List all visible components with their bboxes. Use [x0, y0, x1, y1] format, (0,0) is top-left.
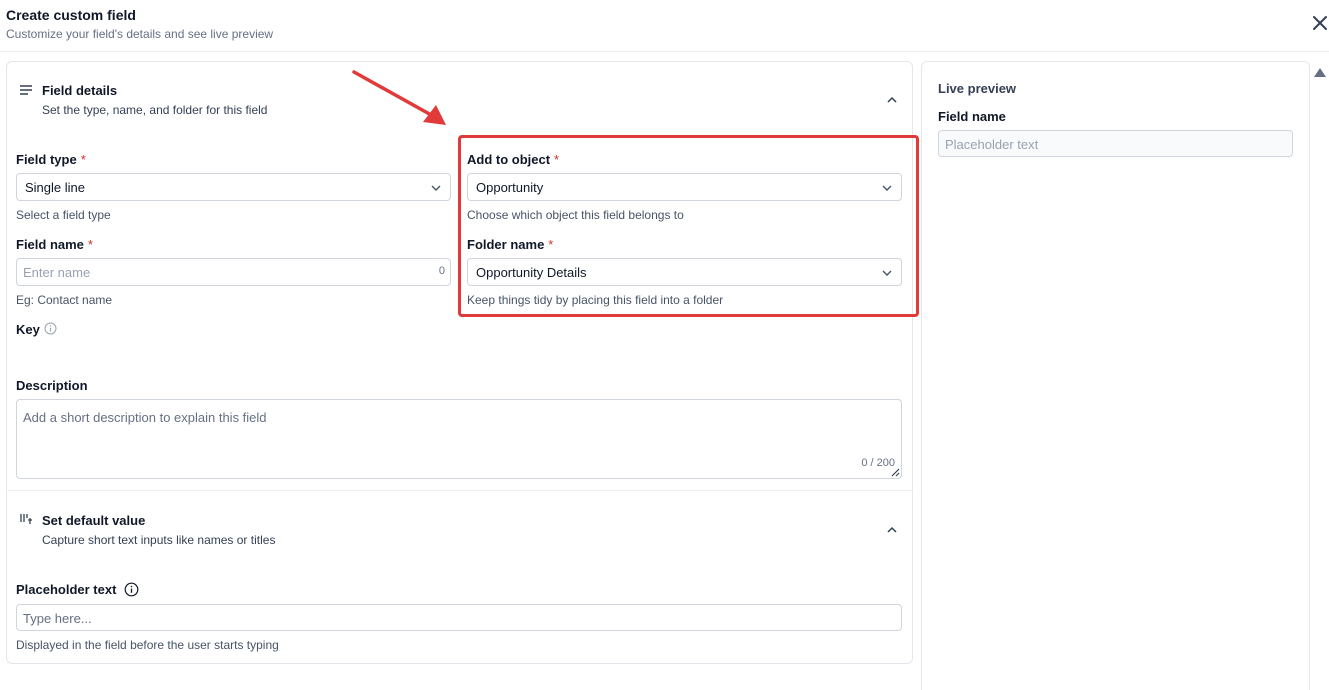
description-placeholder: Add a short description to explain this … [23, 410, 267, 425]
field-name-placeholder: Enter name [23, 265, 91, 280]
resize-handle-icon[interactable] [888, 465, 900, 477]
live-preview-panel: Live preview Field name Placeholder text [921, 61, 1310, 690]
scroll-up-icon[interactable] [1313, 66, 1327, 78]
field-name-label: Field name * [16, 237, 93, 252]
placeholder-text-help: Displayed in the field before the user s… [16, 638, 279, 652]
section-subtitle-field-details: Set the type, name, and folder for this … [42, 103, 268, 117]
folder-name-select[interactable]: Opportunity Details [467, 258, 902, 286]
dialog-header: Create custom field Customize your field… [0, 0, 1329, 52]
default-value-icon [20, 514, 32, 524]
chevron-down-icon [882, 185, 892, 191]
add-to-object-select[interactable]: Opportunity [467, 173, 902, 201]
add-to-object-help: Choose which object this field belongs t… [467, 208, 684, 222]
dialog-title: Create custom field [6, 7, 136, 23]
field-type-value: Single line [25, 180, 85, 195]
description-label: Description [16, 378, 88, 393]
folder-name-label: Folder name * [467, 237, 553, 252]
preview-field-input: Placeholder text [938, 130, 1293, 157]
required-mark: * [554, 152, 560, 167]
placeholder-text-input[interactable]: Type here... [16, 604, 902, 631]
info-icon[interactable] [124, 582, 139, 597]
section-title-field-details: Field details [42, 83, 118, 98]
description-textarea[interactable]: Add a short description to explain this … [16, 399, 902, 479]
chevron-down-icon [882, 270, 892, 276]
required-mark: * [80, 152, 86, 167]
field-name-char-count: 0 [438, 265, 445, 277]
section-title-default-value: Set default value [42, 513, 146, 528]
folder-name-label-text: Folder name [467, 237, 545, 252]
folder-name-help: Keep things tidy by placing this field i… [467, 293, 724, 307]
field-form-card [6, 61, 913, 664]
field-name-help: Eg: Contact name [16, 293, 113, 307]
key-label: Key [16, 322, 40, 337]
info-icon[interactable] [44, 322, 57, 335]
folder-name-value: Opportunity Details [476, 265, 587, 280]
preview-field-placeholder: Placeholder text [945, 137, 1039, 152]
field-type-help: Select a field type [16, 208, 111, 222]
placeholder-text-label: Placeholder text [16, 582, 117, 597]
chevron-up-icon[interactable] [886, 524, 898, 536]
section-subtitle-default-value: Capture short text inputs like names or … [42, 533, 276, 547]
field-type-select[interactable]: Single line [16, 173, 451, 201]
placeholder-text-placeholder: Type here... [23, 611, 92, 626]
field-name-input[interactable]: Enter name 0 [16, 258, 451, 286]
close-icon[interactable] [1311, 14, 1329, 32]
field-type-label: Field type * [16, 152, 86, 167]
add-to-object-label-text: Add to object [467, 152, 551, 167]
preview-field-label: Field name [938, 109, 1006, 124]
dialog-subtitle: Customize your field's details and see l… [6, 27, 274, 41]
field-type-label-text: Field type [16, 152, 77, 167]
add-to-object-label: Add to object * [467, 152, 559, 167]
chevron-down-icon [431, 185, 441, 191]
live-preview-title: Live preview [938, 81, 1017, 96]
chevron-up-icon[interactable] [886, 94, 898, 106]
section-divider [6, 490, 913, 491]
required-mark: * [87, 237, 93, 252]
lines-icon [20, 85, 32, 95]
add-to-object-value: Opportunity [476, 180, 544, 195]
field-name-label-text: Field name [16, 237, 84, 252]
required-mark: * [548, 237, 554, 252]
